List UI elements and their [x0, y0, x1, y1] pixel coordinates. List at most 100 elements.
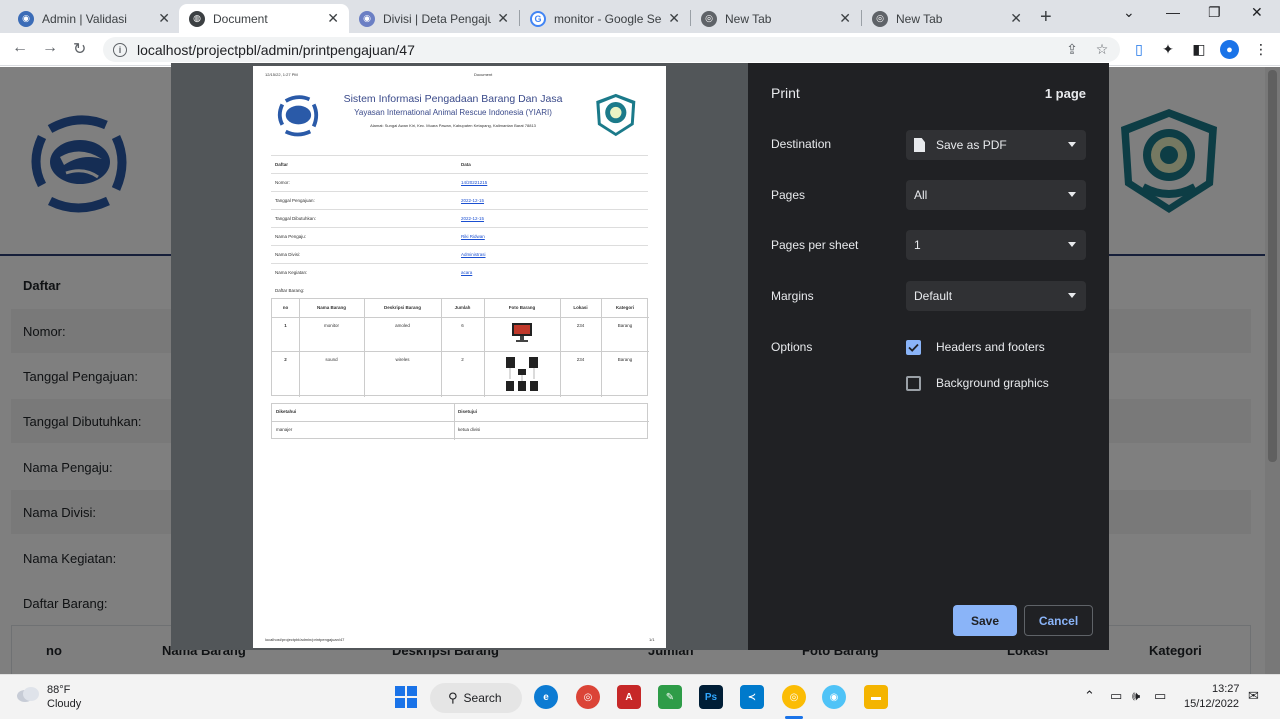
pages-per-sheet-value: 1	[914, 238, 921, 252]
item-jumlah: 2	[461, 357, 464, 362]
edge-icon[interactable]: e	[534, 685, 558, 709]
print-title: Print	[771, 85, 800, 101]
item-col-header: Foto Barang	[508, 305, 536, 310]
kebab-menu-icon[interactable]: ⋮	[1253, 41, 1269, 57]
vscode-icon[interactable]: ≺	[740, 685, 764, 709]
clock-time[interactable]: 13:27	[1212, 683, 1240, 695]
clock-date[interactable]: 15/12/2022	[1184, 698, 1239, 710]
save-button[interactable]: Save	[953, 605, 1017, 636]
google-icon: G	[530, 10, 546, 27]
bookmark-star-icon[interactable]: ☆	[1094, 41, 1110, 57]
restore-button[interactable]: ❐	[1208, 4, 1221, 21]
item-kategori: Barang	[617, 323, 633, 328]
preview-info-header: Daftar Data	[271, 155, 648, 173]
preview-signature-table: Diketahui Disetujui manajer ketua divisi	[271, 403, 649, 440]
side-panel-icon[interactable]: ◧	[1191, 41, 1207, 57]
tab-label: Document	[213, 11, 268, 26]
preview-info-row: Nama Divisi: Administrasi	[271, 245, 648, 263]
battery-icon[interactable]: ▭	[1154, 688, 1166, 704]
preview-header-title: Document	[474, 72, 493, 77]
tab-admin-validasi[interactable]: ◉ Admin | Validasi ✕	[8, 4, 180, 33]
chevron-down-icon	[1068, 142, 1076, 147]
sign-value: ketua divisi	[458, 427, 481, 432]
notepad-icon[interactable]: ✎	[658, 685, 682, 709]
destination-select[interactable]: Save as PDF	[906, 130, 1086, 160]
checkmark-icon	[908, 343, 919, 352]
preview-info-row: Nomor: 14/20221215	[271, 173, 648, 191]
notification-icon[interactable]: ✉	[1248, 688, 1259, 704]
reload-icon[interactable]: ↻	[73, 39, 86, 59]
tab-search-chevron-icon[interactable]: ⌄	[1123, 4, 1135, 21]
item-no: 1	[284, 323, 287, 328]
pages-label: Pages	[771, 188, 806, 202]
headers-footers-label[interactable]: Headers and footers	[936, 340, 1045, 354]
close-icon[interactable]: ✕	[1010, 10, 1022, 27]
share-icon[interactable]: ⇪	[1064, 41, 1080, 57]
minimize-button[interactable]: —	[1166, 4, 1180, 20]
chrome-icon[interactable]: ◎	[576, 685, 600, 709]
pages-select[interactable]: All	[906, 180, 1086, 210]
divisi-favicon-icon: ◉	[359, 10, 375, 27]
cancel-button[interactable]: Cancel	[1024, 605, 1093, 636]
chrome-icon: ◎	[701, 10, 717, 27]
margins-select[interactable]: Default	[906, 281, 1086, 311]
tab-strip: ◉ Admin | Validasi ✕ ◍ Document ✕ ◉ Divi…	[0, 0, 1280, 33]
address-bar[interactable]: i localhost/projectpbl/admin/printpengaj…	[103, 37, 1120, 62]
preview-info-row: Nama Pengaju: Riki Ridwan	[271, 227, 648, 245]
display-icon[interactable]: ▭	[1110, 688, 1122, 704]
tab-label: New Tab	[896, 11, 943, 26]
forward-arrow-icon[interactable]: →	[42, 39, 58, 57]
close-icon[interactable]: ✕	[839, 10, 851, 27]
preview-header-date: 12/15/22, 1:27 PM	[265, 72, 298, 77]
background-graphics-checkbox[interactable]	[906, 376, 921, 391]
tab-new-tab-1[interactable]: ◎ New Tab ✕	[691, 4, 861, 33]
pages-per-sheet-select[interactable]: 1	[906, 230, 1086, 260]
tab-divisi[interactable]: ◉ Divisi | Deta Pengajua ✕	[349, 4, 519, 33]
profile-avatar-icon[interactable]: ●	[1220, 40, 1239, 59]
info-value: acara	[461, 270, 473, 275]
acrobat-icon[interactable]: A	[617, 685, 641, 709]
reading-list-icon[interactable]: ▯	[1131, 41, 1147, 57]
new-tab-button[interactable]: +	[1040, 6, 1052, 29]
info-key: Daftar Barang:	[275, 287, 305, 293]
extensions-puzzle-icon[interactable]: ✦	[1160, 41, 1176, 57]
margins-value: Default	[914, 289, 953, 303]
headers-footers-checkbox[interactable]	[906, 340, 921, 355]
chrome-icon: ◎	[872, 10, 888, 27]
tab-document[interactable]: ◍ Document ✕	[179, 4, 349, 33]
photoshop-icon[interactable]: Ps	[699, 685, 723, 709]
info-key: Daftar	[275, 162, 289, 167]
item-desc: wireles	[395, 357, 410, 362]
info-value: 14/20221215	[461, 180, 488, 185]
globe-icon: ◍	[189, 10, 205, 27]
item-kategori: Barang	[617, 357, 633, 362]
chrome-active-icon[interactable]: ◎	[782, 685, 806, 709]
tab-new-tab-2[interactable]: ◎ New Tab ✕	[862, 4, 1032, 33]
taskbar-search[interactable]: ⚲ Search	[430, 683, 522, 713]
info-key: Tanggal Dibutuhkan:	[275, 216, 317, 221]
close-icon[interactable]: ✕	[668, 10, 680, 27]
preview-items-table: no Nama Barang Deskripsi Barang Jumlah F…	[271, 298, 649, 397]
chevron-down-icon	[1068, 192, 1076, 197]
background-graphics-label[interactable]: Background graphics	[936, 376, 1049, 390]
file-explorer-icon[interactable]: ▬	[864, 685, 888, 709]
close-window-button[interactable]: ✕	[1251, 4, 1263, 21]
back-arrow-icon[interactable]: ←	[12, 39, 28, 57]
chevron-up-icon[interactable]: ⌃	[1084, 688, 1095, 704]
preview-sheet: 12/15/22, 1:27 PM Document Sistem Inform…	[253, 66, 666, 648]
preview-info-row: Nama Kegiatan: acara	[271, 263, 648, 281]
preview-footer-page: 1/1	[649, 637, 655, 642]
preview-title: Sistem Informasi Pengadaan Barang Dan Ja…	[343, 93, 563, 105]
tab-google-search[interactable]: G monitor - Google Sea ✕	[520, 4, 690, 33]
close-icon[interactable]: ✕	[158, 10, 170, 27]
speaker-icon[interactable]: 🕪	[1132, 688, 1140, 704]
info-icon[interactable]: i	[113, 42, 127, 57]
weather-desc[interactable]: Cloudy	[47, 698, 81, 710]
info-value: 2022-12-15	[461, 216, 485, 221]
windows-taskbar: 88°F Cloudy ⚲ Search e ◎ A ✎ Ps ≺ ◎ ◉ ▬ …	[0, 674, 1280, 719]
windows-start-icon[interactable]	[394, 685, 418, 709]
weather-temp[interactable]: 88°F	[47, 684, 70, 696]
edge-dev-icon[interactable]: ◉	[822, 685, 846, 709]
close-icon[interactable]: ✕	[327, 10, 339, 27]
close-icon[interactable]: ✕	[497, 10, 509, 27]
